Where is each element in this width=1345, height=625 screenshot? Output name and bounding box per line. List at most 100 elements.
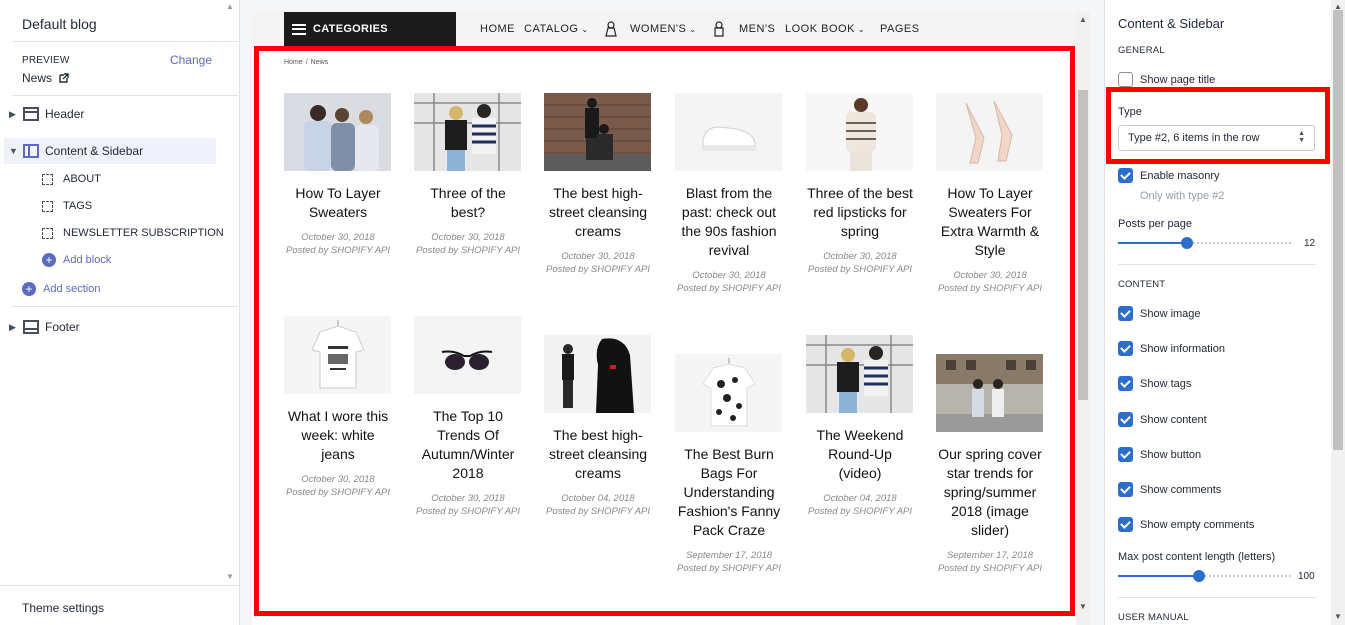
nav-catalog[interactable]: CATALOG ⌄	[524, 23, 589, 35]
post-title[interactable]: What I wore this week: white jeans	[284, 407, 392, 464]
show-tags-checkbox[interactable]: Show tags	[1118, 376, 1191, 391]
post-title[interactable]: Three of the best red lipsticks for spri…	[806, 184, 914, 241]
post-image[interactable]	[284, 316, 391, 394]
post-image[interactable]	[544, 93, 651, 171]
caret-down-icon[interactable]: ▼	[9, 146, 19, 156]
checkbox[interactable]	[1118, 376, 1133, 391]
nav-mens[interactable]: MEN'S	[739, 23, 775, 35]
post-image[interactable]	[936, 93, 1043, 171]
post-image[interactable]	[675, 354, 782, 432]
enable-masonry-checkbox[interactable]: Enable masonry	[1118, 168, 1220, 183]
nav-pages[interactable]: PAGES	[880, 23, 920, 35]
theme-settings-link[interactable]: Theme settings	[22, 601, 104, 615]
show-information-checkbox[interactable]: Show information	[1118, 341, 1225, 356]
blog-post: How To Layer Sweaters October 30, 2018 P…	[284, 93, 392, 257]
scroll-up-icon[interactable]: ▲	[226, 2, 234, 11]
preview-scrollbar[interactable]: ▲ ▼	[1076, 12, 1090, 625]
block-tags[interactable]: TAGS	[42, 195, 92, 217]
post-image[interactable]	[806, 335, 913, 413]
scrollbar-thumb[interactable]	[1333, 10, 1343, 450]
show-image-checkbox[interactable]: Show image	[1118, 306, 1201, 321]
divider	[12, 306, 238, 307]
post-image[interactable]	[544, 335, 651, 413]
checkbox-label: Show image	[1140, 307, 1201, 320]
scroll-down-icon[interactable]: ▼	[1334, 612, 1342, 621]
post-title[interactable]: How To Layer Sweaters For Extra Warmth &…	[936, 184, 1044, 260]
divider	[12, 41, 238, 42]
breadcrumb-separator: /	[305, 59, 308, 66]
scroll-up-icon[interactable]: ▲	[1079, 15, 1087, 24]
post-date: October 30, 2018	[431, 232, 505, 243]
nav-womens[interactable]: WOMEN'S ⌄	[630, 23, 697, 35]
section-content-sidebar[interactable]: ▼ Content & Sidebar	[4, 138, 216, 164]
post-author: Posted by SHOPIFY API	[807, 506, 913, 517]
nav-home[interactable]: HOME	[480, 23, 515, 35]
post-title[interactable]: How To Layer Sweaters	[284, 184, 392, 222]
sidebar-scrollbar[interactable]: ▲ ▼	[225, 0, 235, 585]
checkbox[interactable]	[1118, 341, 1133, 356]
nav-womens-label: WOMEN'S	[630, 23, 687, 35]
post-image[interactable]	[675, 93, 782, 171]
post-image[interactable]	[414, 316, 521, 394]
post-title[interactable]: Our spring cover star trends for spring/…	[936, 445, 1044, 540]
scroll-down-icon[interactable]: ▼	[1079, 602, 1087, 611]
post-image[interactable]	[414, 93, 521, 171]
storefront-preview: CATEGORIES HOME CATALOG ⌄ WOMEN'S ⌄ MEN'S …	[252, 12, 1090, 625]
checkbox[interactable]	[1118, 447, 1133, 462]
post-author: Posted by SHOPIFY API	[545, 264, 651, 275]
post-title[interactable]: The Best Burn Bags For Understanding Fas…	[675, 445, 783, 540]
max-length-slider[interactable]	[1118, 569, 1291, 583]
max-length-label: Max post content length (letters)	[1118, 551, 1276, 563]
blog-post: How To Layer Sweaters For Extra Warmth &…	[936, 93, 1044, 295]
scrollbar-thumb[interactable]	[1078, 90, 1088, 400]
settings-scrollbar[interactable]: ▲ ▼	[1331, 0, 1345, 625]
type-select[interactable]: Type #2, 6 items in the row ▲ ▼	[1118, 125, 1315, 151]
checkbox[interactable]	[1118, 168, 1133, 183]
checkbox[interactable]	[1118, 306, 1133, 321]
posts-per-page-slider[interactable]	[1118, 236, 1291, 250]
checkbox[interactable]	[1118, 412, 1133, 427]
breadcrumb-home[interactable]: Home	[284, 59, 303, 66]
slider-knob[interactable]	[1193, 570, 1206, 582]
breadcrumb: Home / News	[284, 59, 328, 66]
show-content-checkbox[interactable]: Show content	[1118, 412, 1207, 427]
caret-right-icon[interactable]: ▶	[9, 109, 19, 120]
checkbox[interactable]	[1118, 482, 1133, 497]
checkbox-label: Show page title	[1140, 73, 1216, 86]
post-title[interactable]: The Weekend Round-Up (video)	[806, 426, 914, 483]
show-button-checkbox[interactable]: Show button	[1118, 447, 1201, 462]
post-image[interactable]	[806, 93, 913, 171]
add-section-button[interactable]: + Add section	[22, 278, 100, 300]
add-block-label: Add block	[63, 254, 112, 266]
block-about[interactable]: ABOUT	[42, 168, 101, 190]
post-title[interactable]: The best high-street cleansing creams	[544, 426, 652, 483]
section-footer[interactable]: ▶ Footer	[0, 314, 240, 340]
add-section-label: Add section	[43, 283, 101, 295]
post-title[interactable]: Blast from the past: check out the 90s f…	[675, 184, 783, 260]
checkbox[interactable]	[1118, 517, 1133, 532]
post-title[interactable]: Three of the best?	[414, 184, 522, 222]
block-newsletter[interactable]: NEWSLETTER SUBSCRIPTION	[42, 222, 224, 244]
checkbox[interactable]	[1118, 72, 1133, 87]
post-title[interactable]: The best high-street cleansing creams	[544, 184, 652, 241]
preview-value[interactable]: News	[22, 71, 70, 85]
caret-right-icon[interactable]: ▶	[9, 322, 19, 333]
show-page-title-checkbox[interactable]: Show page title	[1118, 72, 1215, 87]
section-header[interactable]: ▶ Header	[0, 101, 240, 127]
scroll-down-icon[interactable]: ▼	[226, 572, 234, 581]
add-block-button[interactable]: + Add block	[42, 249, 111, 271]
change-preview-link[interactable]: Change	[170, 53, 212, 67]
show-empty-comments-checkbox[interactable]: Show empty comments	[1118, 517, 1254, 532]
post-title[interactable]: The Top 10 Trends Of Autumn/Winter 2018	[414, 407, 522, 483]
post-image[interactable]	[284, 93, 391, 171]
checkbox-label: Show information	[1140, 342, 1225, 355]
categories-button[interactable]: CATEGORIES	[284, 12, 456, 46]
post-date: October 30, 2018	[823, 251, 897, 262]
posts-per-page-value: 12	[1304, 238, 1316, 249]
divider	[1118, 264, 1316, 265]
slider-knob[interactable]	[1181, 237, 1194, 249]
show-comments-checkbox[interactable]: Show comments	[1118, 482, 1221, 497]
post-image[interactable]	[936, 354, 1043, 432]
post-date: October 30, 2018	[301, 232, 375, 243]
nav-lookbook[interactable]: LOOK BOOK ⌄	[785, 23, 865, 35]
